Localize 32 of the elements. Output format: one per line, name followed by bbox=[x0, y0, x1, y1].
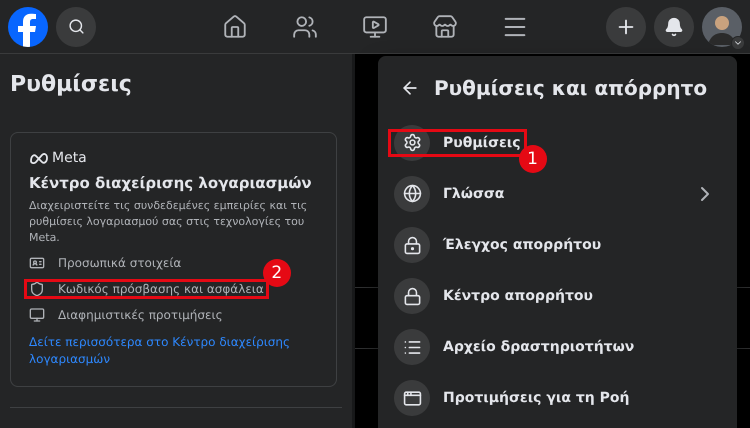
lock-icon bbox=[394, 227, 430, 264]
menu-item[interactable]: Έλεγχος απορρήτου bbox=[386, 220, 729, 271]
menu-item[interactable]: Αρχείο δραστηριοτήτων bbox=[386, 322, 729, 373]
menu-item[interactable]: Προτιμήσεις για τη Ροή bbox=[386, 372, 729, 424]
globe-icon bbox=[394, 176, 430, 212]
create-button[interactable] bbox=[606, 6, 646, 46]
menu-item[interactable]: Κέντρο απορρήτου bbox=[386, 270, 729, 322]
notifications-button[interactable] bbox=[654, 6, 694, 46]
meta-logo-icon bbox=[29, 152, 49, 164]
search-button[interactable] bbox=[56, 6, 96, 46]
dropdown-title: Ρυθμίσεις και απόρρητο bbox=[434, 76, 708, 100]
lock-icon bbox=[394, 278, 430, 314]
account-dropdown-icon[interactable] bbox=[731, 36, 745, 50]
callout-badge: 2 bbox=[262, 259, 291, 287]
account-setting-link[interactable]: Προσωπικά στοιχεία bbox=[58, 256, 182, 270]
search-icon bbox=[68, 18, 84, 35]
card-description: Διαχειριστείτε τις συνδεδεμένες εμπειρίες και τις ρυθμίσεις λογαριασμού σας στις τεχνολογίες του Meta. bbox=[29, 198, 308, 246]
brand-name: Meta bbox=[52, 150, 87, 166]
list-icon bbox=[394, 329, 430, 366]
account-setting-link[interactable]: Διαφημιστικές προτιμήσεις bbox=[58, 308, 223, 322]
bell-icon bbox=[664, 16, 684, 36]
callout-badge: 1 bbox=[518, 144, 547, 173]
monitor-icon bbox=[29, 307, 45, 323]
account-setting-link[interactable]: Κωδικός πρόσβασης και ασφάλεια bbox=[58, 282, 264, 296]
id-card-icon bbox=[29, 255, 45, 271]
logo-icon[interactable] bbox=[8, 6, 48, 46]
page-title: Ρυθμίσεις bbox=[10, 71, 133, 99]
window-icon bbox=[394, 380, 430, 416]
see-more-link[interactable]: Δείτε περισσότερα στο Κέντρο διαχείρισης λογαριασμών bbox=[29, 334, 318, 368]
shield-icon bbox=[29, 281, 45, 297]
avatar-icon[interactable] bbox=[702, 6, 742, 46]
card-title: Κέντρο διαχείρισης λογαριασμών bbox=[29, 174, 313, 192]
